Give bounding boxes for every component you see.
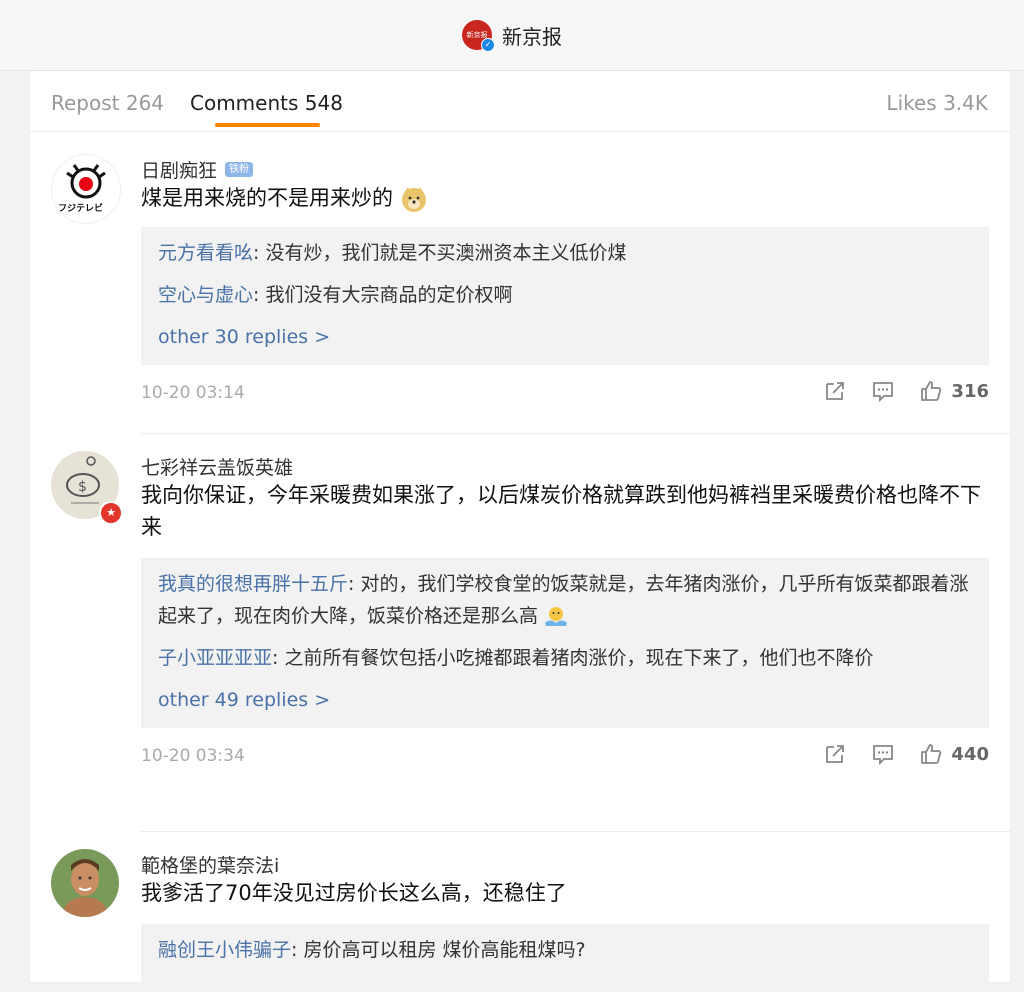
reply-item[interactable]: 子小亚亚亚亚: 之前所有餐饮包括小吃摊都跟着猪肉涨价，现在下来了，他们也不降价 xyxy=(158,642,972,674)
reply-author[interactable]: 融创王小伟骗子 xyxy=(158,939,291,961)
comment-divider xyxy=(141,831,1010,832)
fan-badge: 铁粉 xyxy=(225,161,254,177)
comment-time: 10-20 03:34 xyxy=(141,746,245,766)
reply-box: 元方看看吆: 没有炒，我们就是不买澳洲资本主义低价煤 空心与虚心: 我们没有大宗… xyxy=(141,227,989,365)
reply-text: : 之前所有餐饮包括小吃摊都跟着猪肉涨价，现在下来了，他们也不降价 xyxy=(272,647,874,669)
comment-time: 10-20 03:14 xyxy=(141,383,245,403)
more-replies-link[interactable]: other 49 replies > xyxy=(158,684,972,716)
comment-actions: 316 xyxy=(823,379,989,403)
username[interactable]: 七彩祥云盖饭英雄 xyxy=(141,453,293,480)
comment-body: 範格堡的葉奈法i 我爹活了70年没见过房价长这么高，还稳住了 融创王小伟骗子: … xyxy=(141,851,989,988)
comment-icon[interactable] xyxy=(871,379,895,403)
avatar-caption: フジテレビ xyxy=(58,204,104,214)
comment-author: 日剧痴狂 铁粉 xyxy=(141,156,989,182)
reply-author[interactable]: 子小亚亚亚亚 xyxy=(158,647,272,669)
comment-text: 我爹活了70年没见过房价长这么高，还稳住了 xyxy=(141,881,567,905)
like-icon[interactable] xyxy=(919,379,943,403)
active-tab-indicator xyxy=(215,123,320,127)
comment-icon[interactable] xyxy=(871,742,895,766)
doge-emoji-icon xyxy=(401,187,426,212)
more-replies-link[interactable]: other 30 replies > xyxy=(158,321,972,353)
tab-comments[interactable]: Comments 548 xyxy=(190,91,343,115)
reply-author[interactable]: 我真的很想再胖十五斤 xyxy=(158,573,348,595)
avatar[interactable]: フジテレビ xyxy=(51,154,121,224)
comment-meta: 10-20 03:34 440 xyxy=(141,742,989,772)
like-count: 440 xyxy=(951,743,989,765)
svg-text:$: $ xyxy=(78,479,87,495)
shrug-emoji-icon xyxy=(545,606,568,626)
username[interactable]: 日剧痴狂 xyxy=(141,156,217,183)
person-photo-avatar-icon xyxy=(51,849,119,917)
reply-text: : 我们没有大宗商品的定价权啊 xyxy=(253,284,513,306)
comment-text-content: 煤是用来烧的不是用来炒的 xyxy=(141,186,393,210)
reply-box: 融创王小伟骗子: 房价高可以租房 煤价高能租煤吗? xyxy=(141,924,989,988)
avatar[interactable] xyxy=(51,849,119,917)
reply-item[interactable]: 融创王小伟骗子: 房价高可以租房 煤价高能租煤吗? xyxy=(158,934,972,966)
comments-panel: Repost 264 Comments 548 Likes 3.4K フジテレビ… xyxy=(30,71,1010,992)
comment-text: 我向你保证，今年采暖费如果涨了，以后煤炭价格就算跌到他妈裤裆里采暖费价格也降不下… xyxy=(141,483,981,539)
reply-author[interactable]: 元方看看吆 xyxy=(158,242,253,264)
reply-text: : 没有炒，我们就是不买澳洲资本主义低价煤 xyxy=(253,242,627,264)
comment-meta: 10-20 03:14 316 xyxy=(141,379,989,409)
comment-actions: 440 xyxy=(823,742,989,766)
like-count: 316 xyxy=(951,380,989,402)
share-icon[interactable] xyxy=(823,379,847,403)
top-bar: 新京报 ✓ 新京报 xyxy=(0,0,1024,71)
reply-text: : 房价高可以租房 煤价高能租煤吗? xyxy=(291,939,586,961)
comment-body: 日剧痴狂 铁粉 煤是用来烧的不是用来炒的 元方看看吆: 没有炒，我们就是不买澳洲… xyxy=(141,156,989,409)
verified-icon: ✓ xyxy=(481,38,495,52)
tab-likes[interactable]: Likes 3.4K xyxy=(886,91,988,115)
reply-author[interactable]: 空心与虚心 xyxy=(158,284,253,306)
comment-author: 七彩祥云盖饭英雄 xyxy=(141,453,989,479)
reply-item[interactable]: 空心与虚心: 我们没有大宗商品的定价权啊 xyxy=(158,279,972,311)
reply-box: 我真的很想再胖十五斤: 对的，我们学校食堂的饭菜就是，去年猪肉涨价，几乎所有饭菜… xyxy=(141,558,989,728)
account-name: 新京报 xyxy=(502,24,562,49)
comment-divider xyxy=(141,433,1010,434)
account-logo: 新京报 ✓ xyxy=(462,20,495,52)
reply-item[interactable]: 我真的很想再胖十五斤: 对的，我们学校食堂的饭菜就是，去年猪肉涨价，几乎所有饭菜… xyxy=(158,568,972,632)
tab-bar: Repost 264 Comments 548 Likes 3.4K xyxy=(30,71,1010,132)
reply-item[interactable]: 元方看看吆: 没有炒，我们就是不买澳洲资本主义低价煤 xyxy=(158,237,972,269)
tab-repost[interactable]: Repost 264 xyxy=(51,91,164,115)
account-header[interactable]: 新京报 ✓ 新京报 xyxy=(462,20,562,52)
share-icon[interactable] xyxy=(823,742,847,766)
comment-text: 煤是用来烧的不是用来炒的 xyxy=(141,182,989,214)
verified-badge-icon: ★ xyxy=(99,501,123,525)
username[interactable]: 範格堡的葉奈法i xyxy=(141,851,279,878)
comment-body: 七彩祥云盖饭英雄 我向你保证，今年采暖费如果涨了，以后煤炭价格就算跌到他妈裤裆里… xyxy=(141,453,989,772)
like-icon[interactable] xyxy=(919,742,943,766)
comment-author: 範格堡的葉奈法i xyxy=(141,851,989,877)
bottom-edge xyxy=(0,982,1024,992)
